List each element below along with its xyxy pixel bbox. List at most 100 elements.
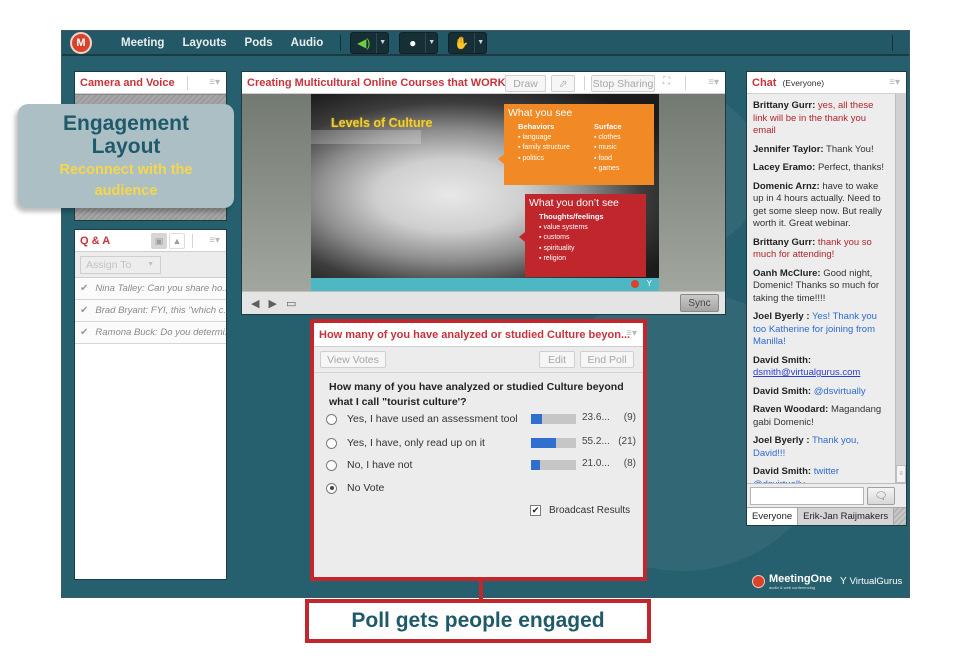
surface-column: Surface ▪ clothes ▪ music ▪ food ▪ games [594,122,622,175]
qa-list-item[interactable]: ✔ Brad Bryant: FYI, this "which c... [75,300,226,322]
chat-sender: David Smith: [753,354,812,366]
sync-button[interactable]: Sync [680,294,719,312]
bullet: ▪ politics [518,154,544,162]
speaker-button[interactable]: ◀) ▼ [351,32,389,53]
stop-sharing-button[interactable]: Stop Sharing [591,75,655,92]
thoughts-title: Thoughts/feelings [539,212,604,221]
pod-header: Chat (Everyone) ≡▾ [747,72,906,94]
chat-sender: Oanh McClure: [753,267,821,279]
poll-option[interactable]: Yes, I have, only read up on it 55.2... (2… [326,435,636,451]
chat-message-list: Brittany Gurr: yes, all these link will … [747,94,895,483]
chat-message: Jennifer Taylor: Thank You! [753,144,890,157]
poll-option[interactable]: No Vote [326,480,636,496]
pointer-tool-button[interactable]: ⬀ [551,75,575,92]
resize-grip[interactable] [894,508,906,525]
slide-footer: Y [311,278,659,291]
menu-audio[interactable]: Audio [282,37,333,49]
radio-selected-icon[interactable] [326,482,337,494]
caption-connector-line [479,580,483,601]
bullet: ▪ customs [539,234,570,241]
pod-header: Q & A ▣ ▲ ≡▾ [75,230,226,252]
poll-result-count: (8) [623,458,636,469]
user-view-icon[interactable]: ▲ [169,233,185,249]
webcam-button[interactable]: ● ▼ [400,32,438,53]
poll-result-bar-fill [531,460,541,470]
poll-result-bar-fill [531,438,556,448]
chat-link[interactable]: dsmith@virtualgurus.com [753,367,890,380]
webcam-dropdown-icon[interactable]: ▼ [425,32,437,53]
side-panel-icon[interactable]: ▭ [286,297,296,310]
speaker-icon[interactable]: ◀) [351,33,376,53]
shared-content-area: Levels of Culture What you see Behaviors… [242,94,725,291]
webcam-icon[interactable]: ● [400,33,425,53]
raise-hand-button[interactable]: ✋ ▼ [449,32,487,53]
menu-meeting[interactable]: Meeting [112,37,173,49]
radio-icon[interactable] [326,413,337,425]
checkbox-checked-icon[interactable]: ✔ [530,505,541,516]
previous-slide-icon[interactable]: ◀ [251,297,259,310]
chat-message: Raven Woodard: Magandang gabi Domenic! [753,404,890,429]
bullet: ▪ value systems [539,223,588,231]
adobe-connect-logo-icon[interactable]: M [70,31,92,54]
poll-result-bar-track [531,438,576,448]
raise-hand-icon[interactable]: ✋ [449,33,474,53]
pod-menu-icon[interactable]: ≡▾ [626,328,637,339]
chat-tabs: Everyone Erik-Jan Raijmakers [747,507,906,525]
chat-sender: Lacey Eramo: [753,162,816,173]
qa-list-item[interactable]: ✔ Ramona Buck: Do you determi... [75,322,226,344]
speaker-dropdown-icon[interactable]: ▼ [376,32,388,53]
pod-menu-icon[interactable]: ≡▾ [209,235,220,246]
chat-tab-private[interactable]: Erik-Jan Raijmakers [798,508,895,525]
assign-to-dropdown[interactable]: Assign To ▼ [80,255,161,274]
bullet: ▪ religion [539,255,567,262]
radio-icon[interactable] [326,437,337,449]
chat-tab-everyone[interactable]: Everyone [747,508,799,525]
view-votes-button[interactable]: View Votes [320,351,386,368]
header-separator [584,76,585,90]
chat-message: David Smith: twitter @dsvirtually [753,466,890,483]
pod-menu-icon[interactable]: ≡▾ [209,77,220,88]
chat-sender: Joel Byerly : [753,311,810,322]
surface-title: Surface [594,122,622,131]
send-message-button[interactable]: 🗨 [867,487,895,505]
end-poll-button[interactable]: End Poll [580,351,634,368]
raise-hand-dropdown-icon[interactable]: ▼ [474,32,486,53]
share-controls-bar: ◀ ▶ ▭ Sync [242,291,725,314]
draw-button[interactable]: Draw [505,75,546,92]
fullscreen-icon[interactable]: ⛶ [663,76,670,87]
qa-item-text: Nina Talley: Can you share ho... [95,283,226,294]
thoughts-column: Thoughts/feelings ▪ value systems ▪ cust… [539,212,604,265]
poll-option[interactable]: No, I have not 21.0... (8) [326,457,636,473]
pod-menu-icon[interactable]: ≡▾ [708,77,719,88]
edit-poll-button[interactable]: Edit [539,351,575,368]
question-view-icon[interactable]: ▣ [151,233,167,249]
slide-title-band [311,130,421,144]
menu-layouts[interactable]: Layouts [173,37,235,49]
callout-subtitle-line2: audience [94,183,158,199]
qa-list-item[interactable]: ✔ Nina Talley: Can you share ho... [75,278,226,300]
bullet: ▪ family structure [518,144,570,151]
meetingone-logo-icon [752,575,765,588]
check-icon: ✔ [80,305,89,316]
chat-sender: Brittany Gurr: [753,236,816,248]
poll-option[interactable]: Yes, I have used an assessment tool 23.6.… [326,411,636,427]
chat-scrollbar[interactable]: ≡ [895,94,906,483]
pod-header: Creating Multicultural Online Courses th… [242,72,725,94]
pod-menu-icon[interactable]: ≡▾ [889,77,900,88]
next-slide-icon[interactable]: ▶ [268,297,276,310]
bullet: ▪ games [594,165,620,172]
callout-title-line1: Engagement [62,112,190,135]
chat-message-input[interactable] [750,487,864,505]
scrollbar-thumb[interactable]: ≡ [896,465,906,483]
radio-icon[interactable] [326,459,337,471]
share-pod: Creating Multicultural Online Courses th… [241,71,726,315]
menu-bar: M Meeting Layouts Pods Audio ◀) ▼ ● ▼ ✋ … [62,31,909,56]
header-separator [192,234,193,248]
chat-message: David Smith: dsmith@virtualgurus.com [753,355,890,380]
poll-result-count: (9) [623,412,636,423]
menu-pods[interactable]: Pods [236,37,282,49]
broadcast-results-checkbox[interactable]: ✔ Broadcast Results [530,505,630,516]
menu-separator [340,34,342,51]
poll-option-label: Yes, I have used an assessment tool [347,413,518,425]
header-separator [187,76,188,90]
